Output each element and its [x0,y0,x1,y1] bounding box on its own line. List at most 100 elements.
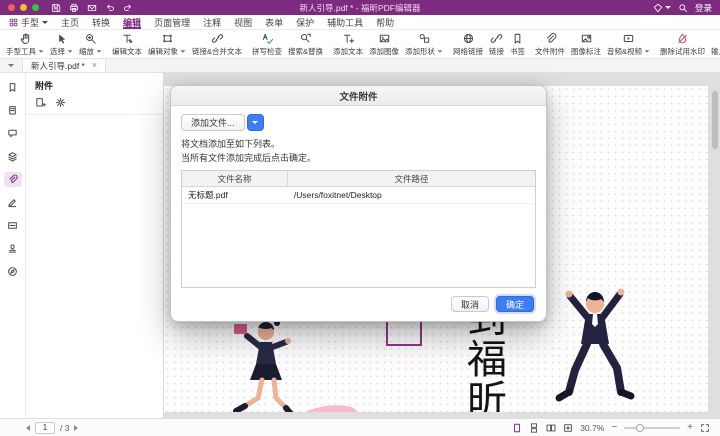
tool-bookmark[interactable]: 书签 [507,31,528,58]
tool-web-link[interactable]: 网络链接 [450,31,486,58]
premium-icon[interactable] [653,3,671,13]
tool-search-replace[interactable]: 搜索&替换 [285,31,326,58]
fullscreen-icon[interactable] [700,423,710,433]
previous-page-icon[interactable] [26,425,30,431]
menu-item-view[interactable]: 视图 [234,15,252,29]
login-button[interactable]: 登录 [695,2,712,14]
document-tab[interactable]: 新人引导.pdf * × [22,59,106,72]
mail-icon[interactable] [87,3,97,13]
attachment-file-path: /Users/foxitnet/Desktop [288,187,535,203]
zoom-out-icon[interactable]: − [611,423,617,433]
menu-item-accessibility[interactable]: 辅助工具 [327,15,363,29]
menu-item-help[interactable]: 帮助 [376,15,394,29]
tool-file-attachment[interactable]: 文件附件 [532,31,568,58]
stamps-panel-icon[interactable] [4,241,22,256]
tool-hand[interactable]: 手型工具 [3,31,47,58]
menu-item-protect[interactable]: 保护 [296,15,314,29]
destinations-panel-icon[interactable] [4,264,22,279]
zoom-icon [84,32,97,45]
attachment-table-header: 文件名称 文件路径 [182,171,535,187]
attachments-panel-icon[interactable] [4,172,22,187]
tool-edit-object[interactable]: 编辑对象 [145,31,189,58]
tool-select[interactable]: 选择 [47,31,76,58]
add-attachment-icon[interactable] [35,97,46,108]
dialog-footer: 取消 确定 [171,288,546,321]
tool-add-text[interactable]: 添加文本 [330,31,366,58]
attachment-table-empty-area [182,204,535,287]
vertical-scrollbar[interactable] [711,89,718,410]
fields-panel-icon[interactable] [4,218,22,233]
cancel-button[interactable]: 取消 [451,296,489,312]
menu-item-comment[interactable]: 注释 [203,15,221,29]
tool-zoom[interactable]: 缩放 [76,31,105,58]
tool-edit-text[interactable]: 编辑文本 [109,31,145,58]
dialog-hint-line1: 将文档添加至如下列表。 [181,138,536,152]
link-icon [490,32,503,45]
tool-spellcheck[interactable]: 拼写检查 [249,31,285,58]
attachments-panel-body [26,115,163,418]
minimize-window-button[interactable] [20,4,27,11]
link-merge-icon [211,32,224,45]
signatures-panel-icon[interactable] [4,195,22,210]
attachments-panel-toolbar [26,96,163,115]
dialog-body: 添加文件... 将文档添加至如下列表。 当所有文件添加完成后点击确定。 文件名称… [171,106,546,288]
attachment-settings-icon[interactable] [55,97,66,108]
statusbar: / 3 30.7% − + [0,418,720,436]
next-page-icon[interactable] [74,425,78,431]
menu-item-convert[interactable]: 转换 [92,15,110,29]
tab-close-icon[interactable]: × [92,61,97,70]
comments-panel-icon[interactable] [4,126,22,141]
menu-item-home[interactable]: 主页 [61,15,79,29]
attachments-panel-title: 附件 [26,73,163,96]
close-window-button[interactable] [8,4,15,11]
watermark-drop-icon [676,32,689,45]
menu-item-form[interactable]: 表单 [265,15,283,29]
zoom-slider-knob[interactable] [636,424,644,432]
zoom-window-button[interactable] [32,4,39,11]
save-icon[interactable] [51,3,61,13]
tool-add-image[interactable]: 添加图像 [366,31,402,58]
search-replace-icon [299,32,312,45]
tool-add-shapes[interactable]: 添加形状 [402,31,446,58]
titlebar-right: 登录 [653,2,712,14]
jumping-man-illustration [540,284,650,412]
add-text-icon [342,32,355,45]
attachment-table-row[interactable]: 无标题.pdf /Users/foxitnet/Desktop [182,187,535,204]
decorative-pink-shape [292,398,362,412]
tool-link-merge-text[interactable]: 链接&合并文本 [189,31,245,58]
zoom-slider[interactable] [624,427,680,429]
tool-audio-video[interactable]: 音频&视频 [604,31,653,58]
tool-link[interactable]: 链接 [486,31,507,58]
continuous-view-icon[interactable] [529,423,539,433]
print-icon[interactable] [69,3,79,13]
paperclip-icon [544,32,557,45]
layers-panel-icon[interactable] [4,149,22,164]
single-page-view-icon[interactable] [512,423,522,433]
tool-image-annotation[interactable]: 图像标注 [568,31,604,58]
confirm-button[interactable]: 确定 [496,296,534,312]
facing-pages-view-icon[interactable] [546,423,556,433]
scrollbar-thumb[interactable] [712,91,718,149]
search-icon[interactable] [678,3,688,13]
tool-enter-activation-code[interactable]: 输入活码 [708,31,720,58]
add-file-row: 添加文件... [181,114,536,131]
menu-item-organize[interactable]: 页面管理 [154,15,190,29]
page-number-input[interactable] [35,422,55,434]
tool-remove-trial-watermark[interactable]: 删除试用水印 [657,31,708,58]
attachment-table: 文件名称 文件路径 无标题.pdf /Users/foxitnet/Deskto… [181,170,536,288]
menu-item-edit[interactable]: 编辑 [123,15,141,29]
redo-icon[interactable] [123,3,133,13]
bookmarks-panel-icon[interactable] [4,80,22,95]
tabbar-menu-icon[interactable] [0,59,22,72]
dialog-title: 文件附件 [171,86,546,106]
hand-mode-icon [9,18,18,27]
hand-tool-icon [19,32,32,45]
add-file-button[interactable]: 添加文件... [181,114,245,131]
fit-page-view-icon[interactable] [563,423,573,433]
undo-icon[interactable] [105,3,115,13]
attachment-file-name: 无标题.pdf [182,187,288,203]
menu-item-hand[interactable]: 手型 [9,15,48,29]
zoom-in-icon[interactable]: + [687,423,693,433]
page-thumbnails-icon[interactable] [4,103,22,118]
add-file-dropdown-button[interactable] [247,114,264,131]
